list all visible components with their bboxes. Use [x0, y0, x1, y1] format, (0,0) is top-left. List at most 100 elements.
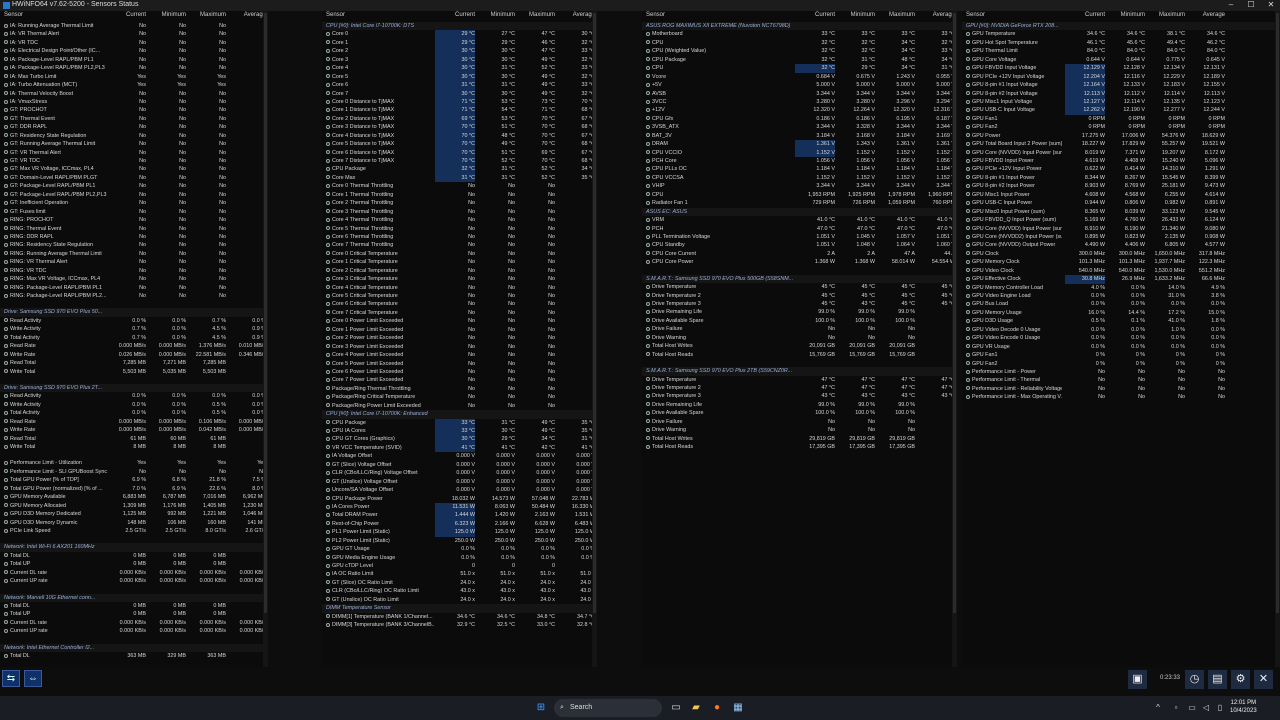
- sensor-row[interactable]: CPU IA Cores 33 °C 30 °C 49 °C 35 °C: [322, 427, 597, 436]
- sensor-row[interactable]: GT: DDR RAPL No No No: [0, 123, 268, 131]
- scrollbar-thumb[interactable]: [953, 13, 956, 613]
- sensor-row[interactable]: +12V 12.320 V 12.264 V 12.320 V 12.316 V: [642, 106, 957, 114]
- sensor-row[interactable]: Drive Warning No No No: [642, 426, 957, 434]
- sensor-row[interactable]: Performance Limit - Max Operating V... No…: [962, 393, 1280, 401]
- sensor-row[interactable]: +5V 5.000 V 5.000 V 5.000 V 5.000 V: [642, 81, 957, 89]
- sensor-row[interactable]: Total Activity 0.7 % 0.0 % 4.5 % 0.9 %: [0, 334, 268, 342]
- sensor-row[interactable]: IA: Thermal Velocity Boost No No No: [0, 90, 268, 98]
- sensor-row[interactable]: Write Activity 0.0 % 0.0 % 0.5 % 0.0 %: [0, 401, 268, 409]
- sensor-row[interactable]: VHIP 3.344 V 3.344 V 3.344 V 3.344 V: [642, 182, 957, 190]
- close-button[interactable]: ✕: [1262, 0, 1280, 11]
- sensor-row[interactable]: GPU Fan1 0 % 0 % 0 % 0 %: [962, 351, 1280, 359]
- sensor-group-header[interactable]: Network: Marvell 10G Ethernet conn...: [0, 593, 268, 602]
- sensor-row[interactable]: Core 5 Critical Temperature No No No: [322, 292, 597, 300]
- vertical-scrollbar[interactable]: [592, 11, 597, 667]
- sensor-panel-3[interactable]: Sensor Current Minimum Maximum Average ASUS R…: [642, 11, 957, 667]
- sensor-group-header[interactable]: GPU [#0]: NVIDIA GeForce RTX 208...: [962, 22, 1280, 31]
- sensor-row[interactable]: GT: PROCHOT No No No: [0, 106, 268, 114]
- sensor-row[interactable]: Core 0 Power Limit Exceeded No No No: [322, 317, 597, 325]
- sensor-row[interactable]: Core 1 Distance to TjMAX 71 °C 54 °C 71 °C 6…: [322, 106, 597, 115]
- sensor-row[interactable]: GPU Hot Spot Temperature 46.1 °C 45.6 °C 49…: [962, 39, 1280, 47]
- sensor-group-header[interactable]: Drive: Samsung SSD 970 EVO Plus 2T...: [0, 383, 268, 393]
- tray-chevron-icon[interactable]: ^: [1150, 700, 1166, 716]
- column-header[interactable]: Sensor Current Minimum Maximum Average: [0, 11, 268, 20]
- sensor-row[interactable]: IA Voltage Offset 0.000 V 0.000 V 0.000 V 0.…: [322, 452, 597, 460]
- sensor-row[interactable]: Read Activity 0.0 % 0.0 % 0.7 % 0.0 %: [0, 317, 268, 325]
- sensor-row[interactable]: CPU Core Current 2 A2 A 47 A 44 A: [642, 250, 957, 258]
- sensor-row[interactable]: GPU Core (NVVDD) Input Power (sum) 8.910 …: [962, 225, 1280, 233]
- sensor-row[interactable]: Core 2 Distance to TjMAX 69 °C 53 °C 70 °C 6…: [322, 114, 597, 124]
- sensor-row[interactable]: CPU Gfx 0.186 V 0.186 V 0.195 V 0.187 V: [642, 115, 957, 123]
- sensor-row[interactable]: Performance Limit - SLI GPUBoost Sync No N…: [0, 468, 268, 476]
- sensor-row[interactable]: PLL Termination Voltage 1.051 V 1.045 V 1.0…: [642, 233, 957, 241]
- sensor-row[interactable]: Core 6 31 °C 31 °C 49 °C 33 °C: [322, 81, 597, 90]
- sensor-row[interactable]: RING: VR TDC No No No: [0, 267, 268, 275]
- hwinfo-taskbar-icon[interactable]: ▦: [730, 700, 746, 716]
- sensor-row[interactable]: Core 4 Distance to TjMAX 70 °C 48 °C 70 °C 6…: [322, 131, 597, 141]
- sensors-layout-icon[interactable]: ▣: [1128, 670, 1147, 689]
- sensor-row[interactable]: VR VCC Temperature (SVID) 41 °C 41 °C 42 °C…: [322, 443, 597, 453]
- sensor-group-header[interactable]: Network: Intel Ethernet Controller I2...: [0, 643, 268, 653]
- header-maximum[interactable]: Maximum: [525, 12, 555, 18]
- sensor-row[interactable]: Package/Ring Thermal Throttling No No No: [322, 385, 597, 393]
- sensor-row[interactable]: GT: Package-Level RAPL/PBM PL2,PL3 No No No: [0, 191, 268, 199]
- minimize-button[interactable]: –: [1222, 0, 1240, 11]
- sensor-row[interactable]: GPU USB-C Input Power 0.944 W 0.806 W 0.982…: [962, 199, 1280, 207]
- sensor-group-header[interactable]: S.M.A.R.T.: Samsung SSD 970 EVO Plus 2TB…: [642, 367, 957, 376]
- sensor-row[interactable]: RING: Residency State Regulation No No No: [0, 241, 268, 249]
- sensor-row[interactable]: GPU PCIe +12V Input Voltage 12.204 V 12.11…: [962, 72, 1280, 82]
- sensor-row[interactable]: Drive Failure No No No: [642, 418, 957, 426]
- sensor-row[interactable]: Core 5 Thermal Throttling No No No: [322, 225, 597, 233]
- sensor-row[interactable]: GPU GT Usage 0.0 % 0.0 % 0.0 % 0.0 %: [322, 545, 597, 553]
- sensor-row[interactable]: Total GPU Power [% of TDP] 6.9 % 6.8 % 21.8…: [0, 476, 268, 484]
- sensor-row[interactable]: GPU Core (NVVDD) Input Power (sum) 8.019 …: [962, 149, 1280, 157]
- sensor-row[interactable]: GT: VR TDC No No No: [0, 157, 268, 165]
- sensor-group-header[interactable]: ASUS EC: ASUS: [642, 207, 957, 217]
- sensor-row[interactable]: IA: VmaxStress No No No: [0, 98, 268, 106]
- sensor-row[interactable]: Total UP 0 MB 0 MB 0 MB: [0, 610, 268, 618]
- sensor-row[interactable]: GPU Fan2 0 RPM 0 RPM 0 RPM 0 RPM: [962, 123, 1280, 131]
- vertical-scrollbar[interactable]: [1275, 11, 1280, 667]
- sensor-row[interactable]: Core Max 31 °C 31 °C 52 °C 35 °C: [322, 173, 597, 183]
- sensor-row[interactable]: GPU Core Voltage 0.644 V 0.644 V 0.775 V 0.6…: [962, 56, 1280, 64]
- sensor-row[interactable]: Core 1 Thermal Throttling No No No: [322, 191, 597, 199]
- sensor-row[interactable]: IA: Running Average Thermal Limit No No No: [0, 22, 268, 30]
- sensor-row[interactable]: CPU 1,953 RPM 1,925 RPM 1,978 RPM 1,960 RPM: [642, 191, 957, 199]
- sensor-row[interactable]: GPU Video Engine Load 0.0 % 0.0 % 31.0 % 3.8…: [962, 292, 1280, 300]
- sensor-row[interactable]: Core 2 Critical Temperature No No No: [322, 267, 597, 275]
- sensor-row[interactable]: Core 7 Distance to TjMAX 70 °C 52 °C 70 °C 6…: [322, 157, 597, 166]
- sensor-row[interactable]: GPU VR Usage 0.0 % 0.0 % 0.0 % 0.0 %: [962, 343, 1280, 351]
- tray-monitor-icon[interactable]: ▫: [1168, 700, 1184, 716]
- taskbar-search[interactable]: ⌕ Search: [554, 699, 662, 717]
- sensor-row[interactable]: PCH 47.0 °C 47.0 °C 47.0 °C 47.0 °C: [642, 225, 957, 233]
- sensor-row[interactable]: GPU cTDP Level 0 0 0: [322, 562, 597, 570]
- sensor-row[interactable]: Core 2 Thermal Throttling No No No: [322, 199, 597, 207]
- sensor-panel-2[interactable]: Sensor Current Minimum Maximum Average CPU [#…: [322, 11, 597, 667]
- sensor-row[interactable]: Core 0 29 °C 27 °C 47 °C 30 °C: [322, 30, 597, 39]
- sensor-row[interactable]: Drive Temperature 45 °C 45 °C 45 °C 45 °C: [642, 283, 957, 291]
- sensor-row[interactable]: Drive Warning No No No: [642, 334, 957, 342]
- sensor-row[interactable]: BAT_3V 3.184 V 3.168 V 3.184 V 3.169 V: [642, 132, 957, 140]
- sensor-row[interactable]: GPU 8-pin #1 Input Power 8.344 W 8.267 W 15…: [962, 174, 1280, 182]
- sensor-row[interactable]: Total Host Reads 15,769 GB 15,769 GB 15,769…: [642, 351, 957, 359]
- sensor-row[interactable]: GPU USB-C Input Voltage 12.262 V 12.190 V1…: [962, 106, 1280, 115]
- sensor-row[interactable]: CLR (CBo/LLC/Ring) OC Ratio Limit 43.0 x4…: [322, 587, 597, 595]
- sensor-row[interactable]: CPU (Weighted Value) 32 °C 32 °C 34 °C 33 °C: [642, 47, 957, 55]
- header-sensor[interactable]: Sensor: [966, 12, 985, 18]
- sensor-row[interactable]: RING: Package-Level RAPL/PBM PL2... No No N…: [0, 292, 268, 300]
- sensor-row[interactable]: CPU Standby 1.051 V 1.048 V 1.064 V 1.060 V: [642, 241, 957, 249]
- sensor-row[interactable]: GPU Video Encode 0 Usage 0.0 % 0.0 % 0.0 % 0…: [962, 334, 1280, 342]
- sensor-row[interactable]: GPU Total Board Input 2 Power (sum) 18.22…: [962, 140, 1280, 148]
- sensor-row[interactable]: Core 2 Power Limit Exceeded No No No: [322, 334, 597, 342]
- sensor-row[interactable]: Core 0 Distance to TjMAX 71 °C 53 °C 73 °C 7…: [322, 97, 597, 107]
- sensor-row[interactable]: Core 0 Thermal Throttling No No No: [322, 182, 597, 190]
- sensor-row[interactable]: Radiator Fan 1 729 RPM 726 RPM 1,059 RPM 760…: [642, 199, 957, 207]
- sensor-row[interactable]: Package/Ring Critical Temperature No No No: [322, 393, 597, 401]
- sensor-row[interactable]: 3VCC 3.280 V 3.280 V 3.296 V 3.294 V: [642, 98, 957, 106]
- vertical-scrollbar[interactable]: [952, 11, 957, 667]
- sensor-row[interactable]: Write Total 5,503 MB 5,035 MB 5,503 MB: [0, 368, 268, 376]
- sensor-row[interactable]: PL2 Power Limit (Static) 250.0 W 250.0 W 25…: [322, 537, 597, 545]
- report-icon[interactable]: ▤: [1208, 670, 1227, 689]
- scrollbar-thumb[interactable]: [593, 13, 596, 613]
- sensor-row[interactable]: Core 1 29 °C 29 °C 46 °C 32 °C: [322, 38, 597, 48]
